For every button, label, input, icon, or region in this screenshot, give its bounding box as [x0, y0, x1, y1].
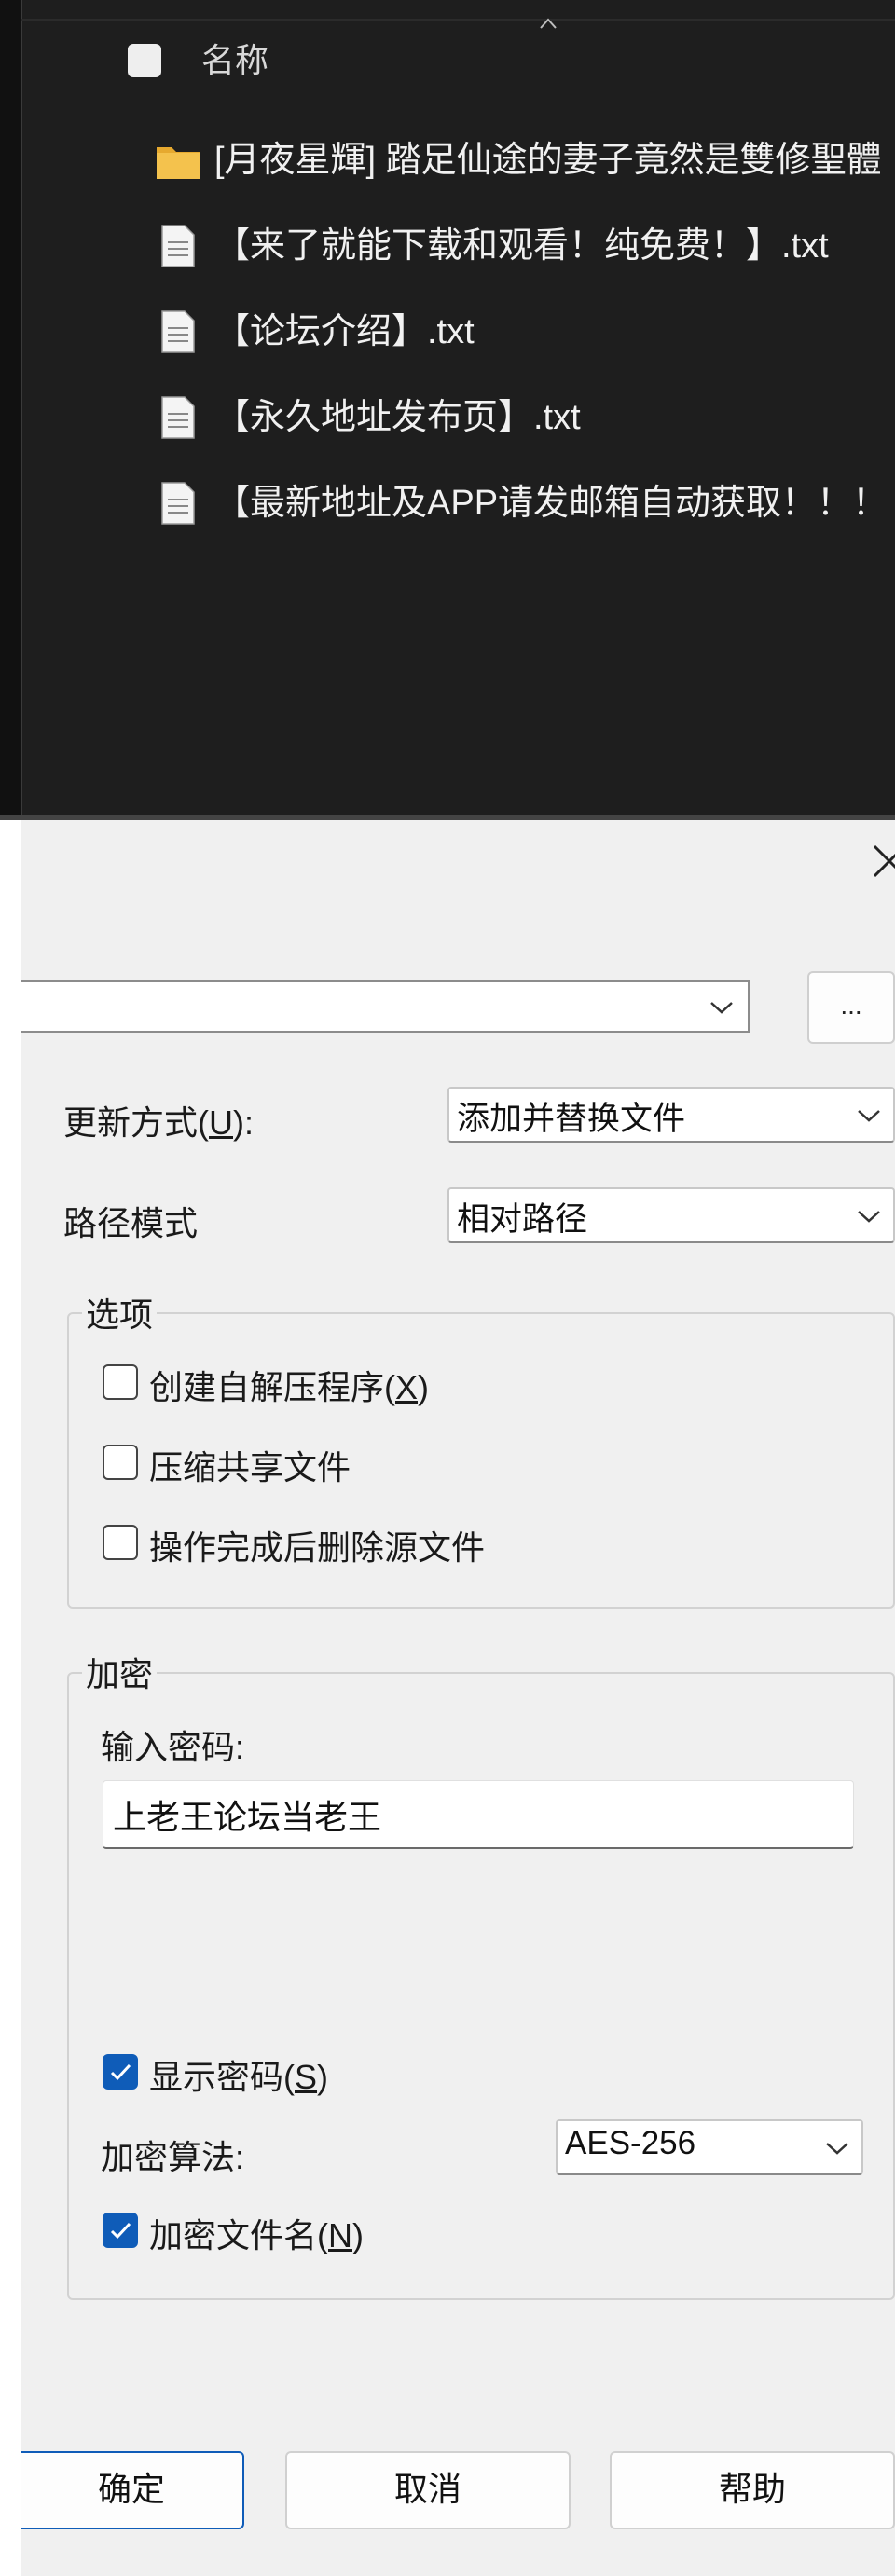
archive-path-combobox[interactable]: [21, 980, 750, 1033]
path-mode-value: 相对路径: [457, 1201, 588, 1238]
password-label: 输入密码:: [101, 1728, 245, 1766]
shared-files-checkbox[interactable]: [103, 1445, 138, 1480]
encryption-method-value: AES-256: [565, 2125, 696, 2161]
text-file-icon: [161, 396, 195, 439]
sort-ascending-icon[interactable]: [539, 17, 558, 30]
file-name: 【论坛介绍】.txt: [214, 312, 475, 351]
path-mode-label: 路径模式: [63, 1204, 199, 1242]
shared-files-label[interactable]: 压缩共享文件: [149, 1441, 351, 1489]
sfx-checkbox[interactable]: [103, 1364, 138, 1400]
text-file-icon: [161, 225, 195, 267]
explorer-left-edge: [0, 0, 22, 820]
text-file-icon: [161, 310, 195, 353]
select-all-checkbox[interactable]: [128, 44, 161, 77]
chevron-down-icon: [858, 1211, 880, 1223]
password-input[interactable]: 上老王论坛当老王: [103, 1780, 854, 1849]
update-mode-value: 添加并替换文件: [457, 1101, 686, 1137]
close-icon[interactable]: [863, 835, 895, 887]
options-group-title: 选项: [82, 1288, 158, 1336]
browse-button[interactable]: ...: [807, 971, 895, 1044]
update-mode-select[interactable]: 添加并替换文件: [448, 1087, 895, 1143]
encryption-method-select[interactable]: AES-256: [556, 2119, 863, 2175]
file-name: 【最新地址及APP请发邮箱自动获取！！！: [214, 484, 888, 523]
explorer-top-border: [21, 0, 895, 21]
path-mode-select[interactable]: 相对路径: [448, 1187, 895, 1243]
sfx-label[interactable]: 创建自解压程序(X): [149, 1361, 429, 1409]
encryption-method-label: 加密算法:: [101, 2138, 245, 2176]
delete-source-checkbox[interactable]: [103, 1525, 138, 1560]
file-explorer: 名称 [月夜星輝] 踏足仙途的妻子竟然是雙修聖體 【来了就能下载和观看！纯免费！…: [0, 0, 895, 820]
show-password-label[interactable]: 显示密码(S): [149, 2050, 328, 2099]
checkmark-icon: [110, 2222, 131, 2240]
encrypt-filenames-label[interactable]: 加密文件名(N): [149, 2209, 364, 2257]
show-password-checkbox[interactable]: [103, 2054, 138, 2090]
archive-dialog: ... 更新方式(U): 添加并替换文件 路径模式 相对路径 选项 创建自解压程…: [21, 820, 895, 2576]
encrypt-filenames-checkbox[interactable]: [103, 2213, 138, 2248]
chevron-down-icon: [826, 2143, 848, 2155]
chevron-down-icon: [858, 1110, 880, 1122]
folder-icon: [157, 147, 200, 179]
help-button[interactable]: 帮助: [610, 2451, 895, 2529]
password-value: 上老王论坛当老王: [113, 1798, 382, 1836]
checkmark-icon: [110, 2063, 131, 2081]
update-mode-label: 更新方式(U):: [63, 1103, 254, 1142]
file-name: 【永久地址发布页】.txt: [214, 398, 581, 437]
cancel-button[interactable]: 取消: [285, 2451, 571, 2529]
encryption-group-title: 加密: [82, 1648, 158, 1696]
chevron-down-icon[interactable]: [709, 999, 735, 1016]
delete-source-label[interactable]: 操作完成后删除源文件: [149, 1521, 485, 1569]
text-file-icon: [161, 482, 195, 525]
file-name: [月夜星輝] 踏足仙途的妻子竟然是雙修聖體: [214, 141, 882, 180]
ok-button[interactable]: 确定: [21, 2451, 244, 2529]
column-header-name[interactable]: 名称: [201, 39, 268, 82]
file-name: 【来了就能下载和观看！纯免费！】.txt: [214, 226, 829, 266]
